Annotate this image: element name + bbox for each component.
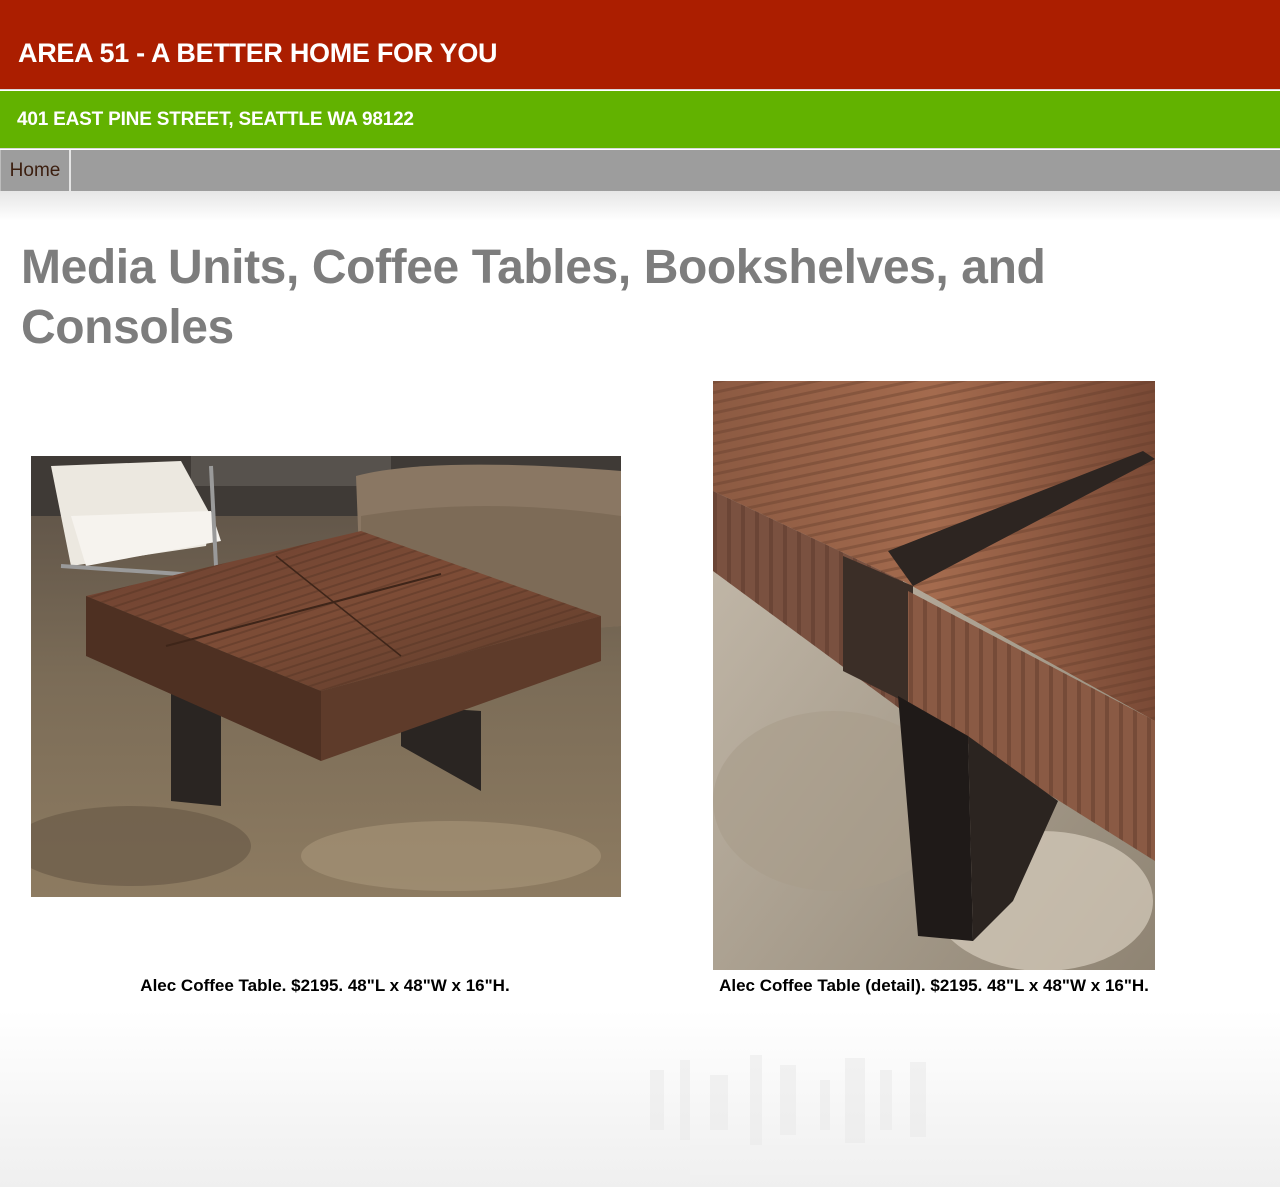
site-title: AREA 51 - A BETTER HOME FOR YOU (18, 38, 498, 68)
background-decoration (640, 1050, 1070, 1187)
page-title: Media Units, Coffee Tables, Bookshelves,… (21, 241, 1046, 354)
product-caption: Alec Coffee Table (detail). $2195. 48"L … (719, 976, 1149, 995)
product-photo-alec-coffee-table[interactable] (31, 456, 621, 897)
nav-item-home[interactable]: Home (0, 150, 71, 191)
store-address: 401 EAST PINE STREET, SEATTLE WA 98122 (17, 109, 414, 130)
nav-shadow (0, 191, 1280, 221)
nav-bar (0, 150, 1280, 191)
product-photo-alec-coffee-table-detail[interactable] (713, 381, 1155, 970)
product-caption: Alec Coffee Table. $2195. 48"L x 48"W x … (140, 976, 510, 995)
